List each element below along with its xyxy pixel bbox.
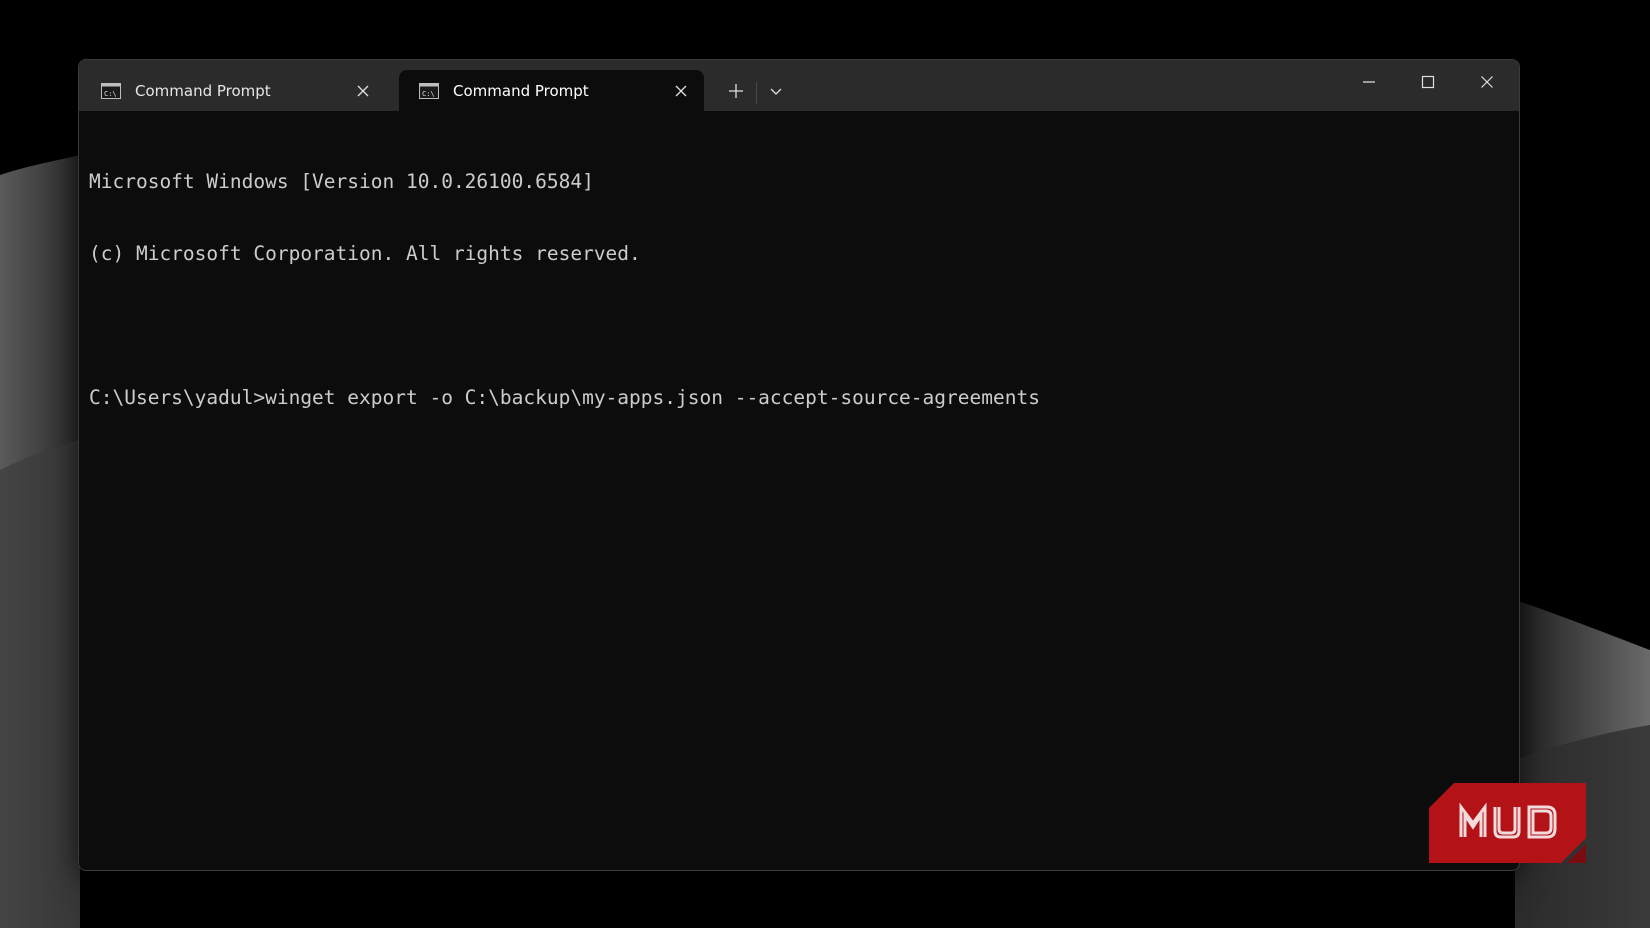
tab-label: Command Prompt <box>135 81 271 100</box>
tab-command-prompt-2[interactable]: C:\ Command Prompt <box>399 70 704 111</box>
tab-close-icon[interactable] <box>666 76 696 106</box>
maximize-icon <box>1421 75 1435 89</box>
cmd-icon: C:\ <box>419 82 439 99</box>
svg-text:C:\: C:\ <box>422 90 435 98</box>
terminal-window: C:\ Command Prompt C:\ Command Prompt Mi… <box>78 59 1520 871</box>
close-window-button[interactable] <box>1459 66 1515 98</box>
chevron-down-icon <box>770 88 782 95</box>
plus-icon <box>729 84 743 98</box>
minimize-button[interactable] <box>1341 66 1397 98</box>
close-icon <box>1481 76 1493 88</box>
minimize-icon <box>1363 81 1375 83</box>
terminal-prompt-line: C:\Users\yadul>winget export -o C:\backu… <box>89 386 1040 409</box>
new-tab-button[interactable] <box>719 76 753 106</box>
desktop-background: C:\ Command Prompt C:\ Command Prompt Mi… <box>0 0 1650 928</box>
tab-separator <box>756 82 757 104</box>
muo-logo <box>1429 783 1586 863</box>
terminal-line: (c) Microsoft Corporation. All rights re… <box>89 242 641 265</box>
terminal-output[interactable]: Microsoft Windows [Version 10.0.26100.65… <box>89 122 1499 458</box>
tab-command-prompt-1[interactable]: C:\ Command Prompt <box>81 70 386 111</box>
tab-label: Command Prompt <box>453 81 589 100</box>
svg-text:C:\: C:\ <box>104 90 117 98</box>
title-bar[interactable]: C:\ Command Prompt C:\ Command Prompt <box>79 60 1519 111</box>
maximize-button[interactable] <box>1400 66 1456 98</box>
terminal-line: Microsoft Windows [Version 10.0.26100.65… <box>89 170 594 193</box>
tab-dropdown-button[interactable] <box>759 76 793 106</box>
tab-close-icon[interactable] <box>348 76 378 106</box>
cmd-icon: C:\ <box>101 82 121 99</box>
